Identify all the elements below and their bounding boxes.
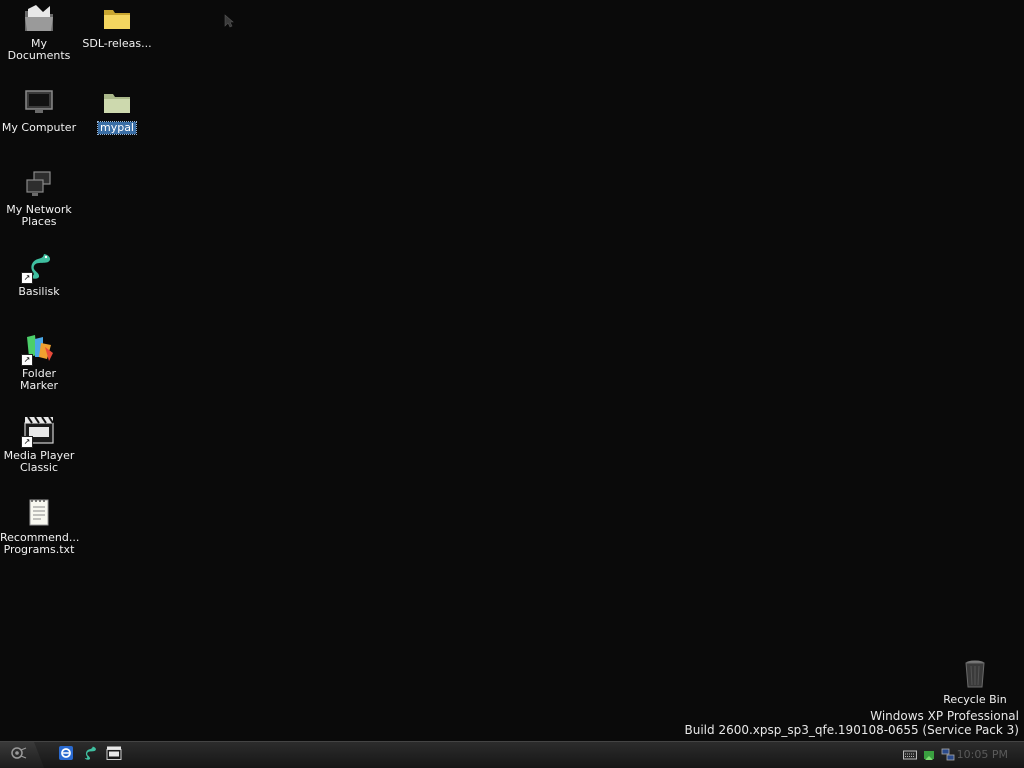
- desktop-icon-basilisk[interactable]: ↗ Basilisk: [0, 250, 78, 298]
- my-computer-icon: [23, 86, 55, 118]
- start-button[interactable]: [0, 742, 44, 768]
- desktop[interactable]: My Documents SDL-releas... My Computer m…: [0, 0, 1024, 768]
- desktop-icon-folder-marker[interactable]: ↗ Folder Marker: [0, 332, 78, 392]
- basilisk-icon: ↗: [21, 250, 55, 284]
- folder-icon: [101, 86, 133, 118]
- basilisk-icon: [82, 745, 98, 765]
- quick-launch-basilisk[interactable]: [81, 746, 99, 764]
- taskbar: 10:05 PM: [0, 741, 1024, 768]
- desktop-icon-label: Folder Marker: [19, 367, 59, 392]
- shortcut-arrow-icon: ↗: [21, 354, 33, 366]
- os-edition-text: Windows XP Professional: [870, 709, 1019, 723]
- keyboard-icon[interactable]: [903, 748, 917, 762]
- quick-launch-internet-explorer[interactable]: [57, 746, 75, 764]
- desktop-icon-media-player-classic[interactable]: ↗ Media Player Classic: [0, 414, 78, 474]
- mouse-cursor-icon: [224, 13, 234, 32]
- my-documents-icon: [23, 2, 55, 34]
- os-version-info: Windows XP Professional Build 2600.xpsp_…: [685, 709, 1020, 737]
- taskbar-clock[interactable]: 10:05 PM: [957, 748, 1008, 761]
- desktop-icon-recycle-bin[interactable]: Recycle Bin: [936, 658, 1014, 706]
- desktop-icon-label: mypal: [96, 121, 138, 135]
- desktop-icon-my-documents[interactable]: My Documents: [0, 2, 78, 62]
- desktop-icon-recommended-programs-txt[interactable]: Recommend... Programs.txt: [0, 496, 80, 556]
- desktop-icon-label: SDL-releas...: [82, 37, 152, 50]
- shortcut-arrow-icon: ↗: [21, 272, 33, 284]
- media-player-classic-icon: [106, 745, 122, 765]
- desktop-icon-label: Media Player Classic: [3, 449, 75, 474]
- desktop-icon-my-network-places[interactable]: My Network Places: [0, 168, 78, 228]
- desktop-icon-my-computer[interactable]: My Computer: [0, 86, 78, 134]
- media-player-classic-icon: ↗: [21, 414, 55, 448]
- desktop-icon-label: My Network Places: [6, 203, 72, 228]
- internet-explorer-icon: [58, 745, 74, 765]
- desktop-icon-label: My Computer: [1, 121, 77, 134]
- desktop-icon-label: Recommend... Programs.txt: [0, 531, 80, 556]
- network-places-icon: [23, 168, 55, 200]
- desktop-icon-sdl-release[interactable]: SDL-releas...: [78, 2, 156, 50]
- desktop-icon-label: Basilisk: [18, 285, 60, 298]
- quick-launch-media-player-classic[interactable]: [105, 746, 123, 764]
- shortcut-arrow-icon: ↗: [21, 436, 33, 448]
- start-orb-icon: [10, 744, 28, 766]
- os-build-text: Build 2600.xpsp_sp3_qfe.190108-0655 (Ser…: [684, 723, 1020, 737]
- system-tray: 10:05 PM: [900, 742, 1024, 768]
- text-file-icon: [23, 496, 55, 528]
- safely-remove-hardware-icon[interactable]: [922, 748, 936, 762]
- network-icon[interactable]: [941, 748, 955, 762]
- desktop-icon-mypal[interactable]: mypal: [78, 86, 156, 135]
- folder-marker-icon: ↗: [21, 332, 55, 366]
- recycle-bin-icon: [959, 658, 991, 690]
- desktop-icon-label: My Documents: [7, 37, 71, 62]
- desktop-icon-label: Recycle Bin: [943, 693, 1007, 706]
- folder-icon: [101, 2, 133, 34]
